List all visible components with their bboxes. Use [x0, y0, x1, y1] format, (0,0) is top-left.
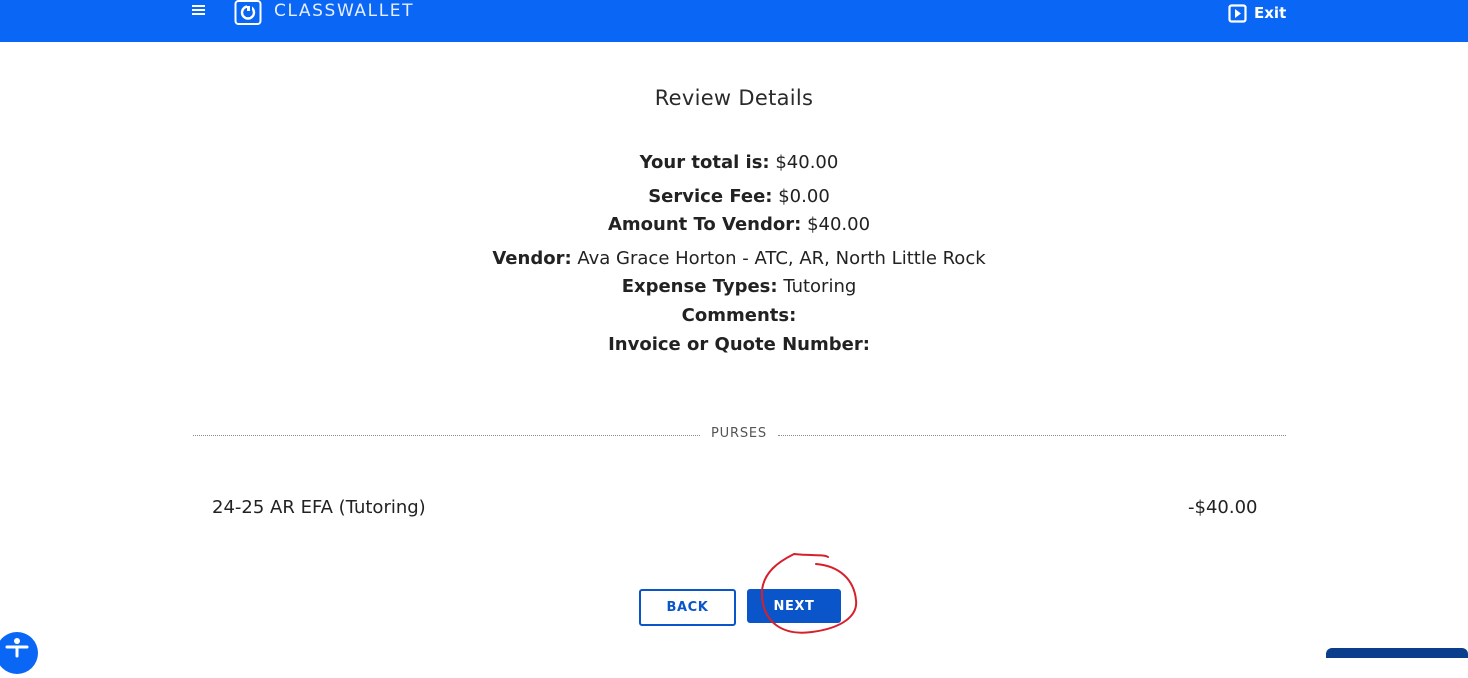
- service-fee-value: $0.00: [778, 186, 830, 207]
- next-button[interactable]: NEXT: [747, 589, 841, 623]
- comments-label: Comments:: [681, 305, 797, 326]
- amount-to-vendor-label: Amount To Vendor:: [607, 214, 802, 235]
- accessibility-icon: [5, 638, 29, 658]
- exit-door-icon: [1228, 3, 1247, 23]
- expense-types-label: Expense Types:: [621, 276, 778, 297]
- exit-label: Exit: [1254, 4, 1287, 22]
- hamburger-menu-icon[interactable]: [192, 4, 206, 18]
- amount-to-vendor-line: Amount To Vendor: $40.00: [0, 214, 1468, 235]
- brand-name: CLASSWALLET: [274, 1, 415, 21]
- service-fee-line: Service Fee: $0.00: [0, 186, 1468, 207]
- invoice-label: Invoice or Quote Number:: [608, 334, 870, 355]
- top-navigation-bar: CLASSWALLET Exit: [0, 0, 1468, 42]
- invoice-line: Invoice or Quote Number:: [0, 334, 1468, 355]
- comments-line: Comments:: [0, 305, 1468, 326]
- corner-chat-widget[interactable]: [1326, 648, 1468, 658]
- purses-section-label: PURSES: [711, 426, 767, 441]
- total-value: $40.00: [775, 152, 839, 173]
- vendor-value: Ava Grace Horton - ATC, AR, North Little…: [577, 248, 986, 269]
- vendor-label: Vendor:: [492, 248, 572, 269]
- purse-name: 24-25 AR EFA (Tutoring): [212, 497, 426, 518]
- back-button[interactable]: BACK: [639, 589, 736, 626]
- vendor-line: Vendor: Ava Grace Horton - ATC, AR, Nort…: [0, 248, 1468, 269]
- total-line: Your total is: $40.00: [0, 152, 1468, 173]
- classwallet-logo-icon: [234, 0, 262, 25]
- expense-types-line: Expense Types: Tutoring: [0, 276, 1468, 297]
- expense-types-value: Tutoring: [783, 276, 857, 297]
- service-fee-label: Service Fee:: [648, 186, 773, 207]
- divider-right: [778, 435, 1286, 436]
- page-title: Review Details: [654, 86, 814, 110]
- amount-to-vendor-value: $40.00: [807, 214, 871, 235]
- purse-amount: -$40.00: [1188, 497, 1258, 518]
- accessibility-widget-button[interactable]: [0, 632, 38, 674]
- total-label: Your total is:: [639, 152, 770, 173]
- exit-button[interactable]: Exit: [1228, 3, 1286, 23]
